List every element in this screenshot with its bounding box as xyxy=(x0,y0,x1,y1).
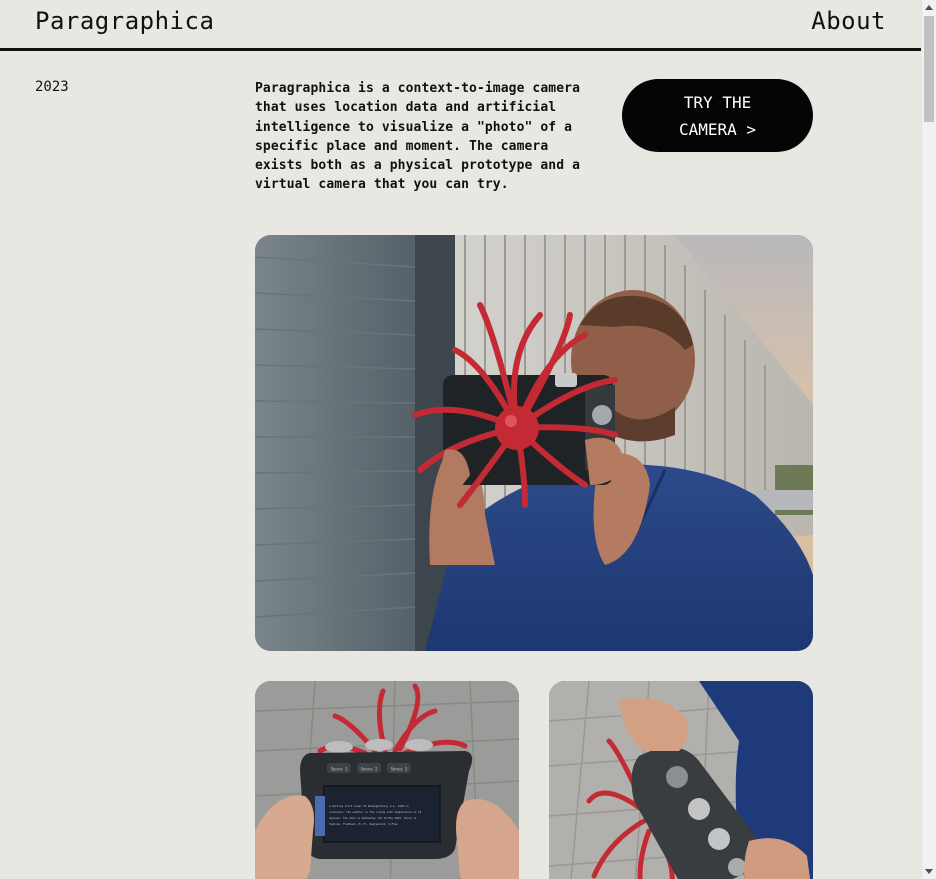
scroll-down-arrow-icon[interactable] xyxy=(925,869,933,874)
project-year: 2023 xyxy=(35,79,69,95)
page: Paragraphica About 2023 Paragraphica is … xyxy=(0,0,921,879)
camera-screen-line-4: Fashion, Flatbush, Hi-Fi, Restaurant, Co… xyxy=(329,822,398,826)
try-camera-button[interactable]: TRY THE CAMERA > xyxy=(622,79,813,152)
camera-side-controls-photo xyxy=(549,681,813,879)
camera-sense-1-label: Sense 1 xyxy=(331,767,348,772)
header: Paragraphica About xyxy=(0,0,921,51)
camera-sense-2-label: Sense 2 xyxy=(361,767,378,772)
scroll-up-arrow-icon[interactable] xyxy=(925,5,933,10)
vertical-scrollbar[interactable] xyxy=(921,0,936,879)
camera-back-screen-photo: Sense 1 Sense 2 Sense 3 A melting clock … xyxy=(255,681,519,879)
camera-screen-line-3: degrees. The date is Wednesday the 24 Ma… xyxy=(329,816,417,820)
camera-screen-line-2: countless. The weather is Few clouds wit… xyxy=(329,810,422,814)
camera-side-controls-illustration xyxy=(549,681,813,879)
camera-screen-line-1: A melting clock tower at Rosengardsvej a… xyxy=(329,804,409,808)
about-link[interactable]: About xyxy=(811,7,886,35)
camera-back-screen-illustration: Sense 1 Sense 2 Sense 3 A melting clock … xyxy=(255,681,519,879)
project-description: Paragraphica is a context-to-image camer… xyxy=(255,81,580,193)
man-holding-red-camera-illustration xyxy=(255,235,813,651)
man-holding-red-camera-photo xyxy=(255,235,813,651)
logo-link[interactable]: Paragraphica xyxy=(35,7,214,35)
scroll-thumb[interactable] xyxy=(924,16,934,122)
camera-sense-3-label: Sense 3 xyxy=(391,767,408,772)
